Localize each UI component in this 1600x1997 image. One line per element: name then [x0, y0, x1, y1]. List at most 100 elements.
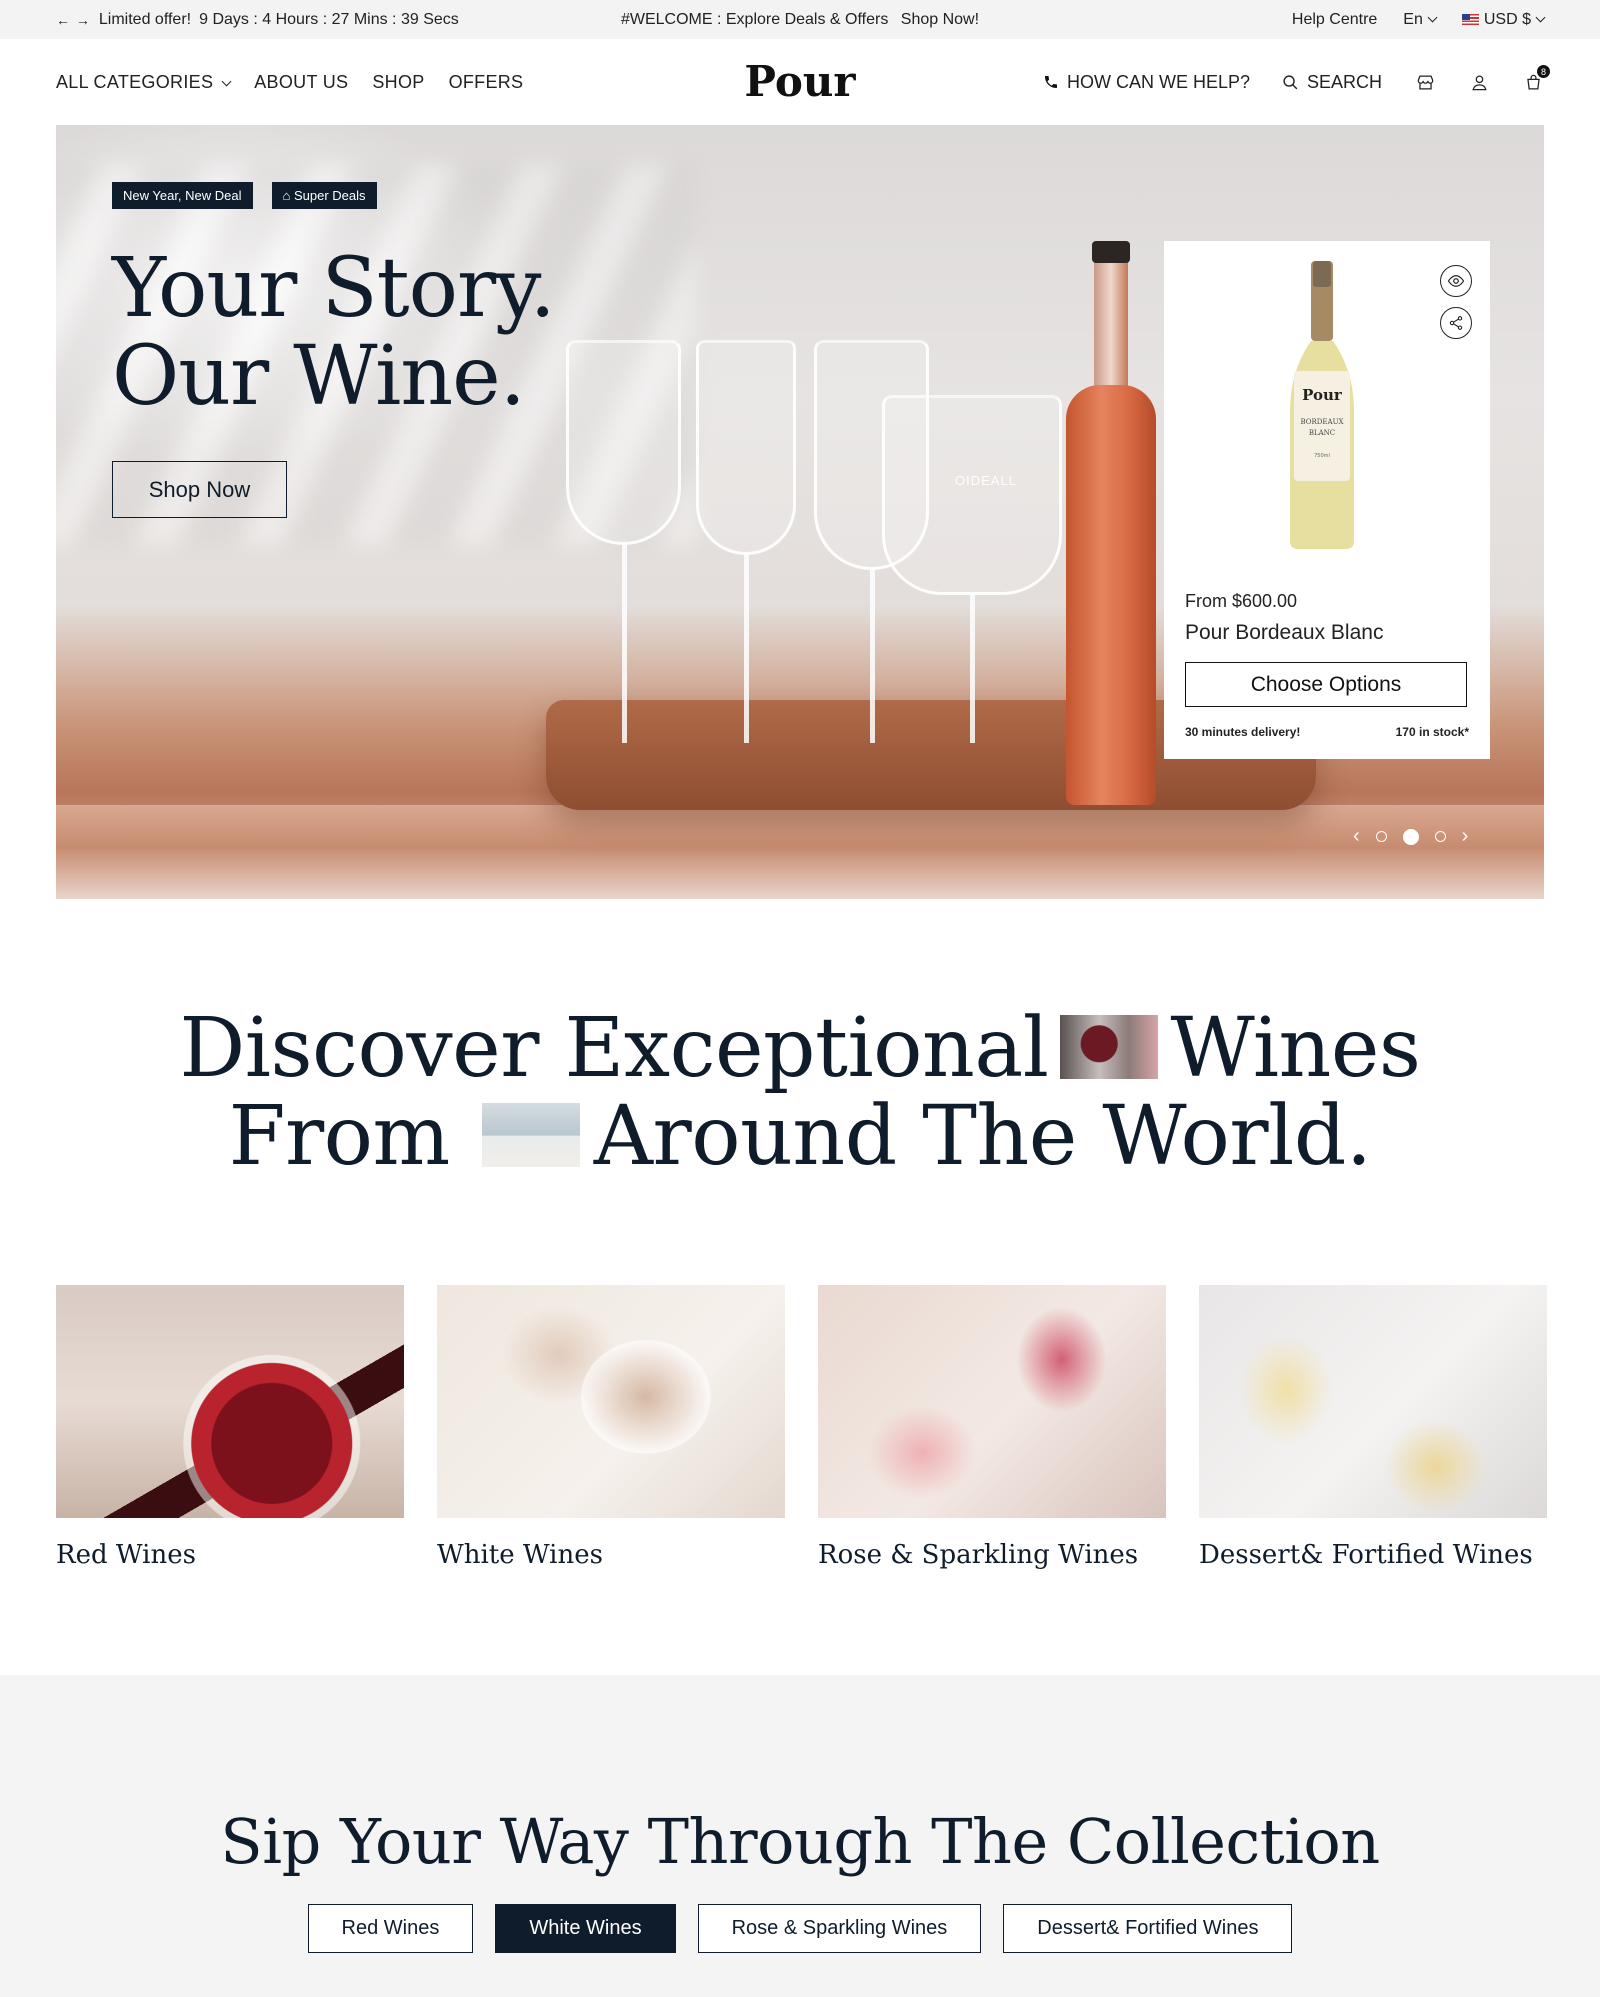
chevron-down-icon	[221, 76, 232, 86]
nav-link-label: ALL CATEGORIES	[56, 71, 214, 92]
search-button[interactable]: SEARCH	[1282, 72, 1382, 93]
badge-label: Super Deals	[293, 188, 366, 203]
category-label[interactable]: Dessert& Fortified Wines	[1199, 1540, 1547, 1570]
slider-prev-arrow-icon[interactable]: ‹	[1353, 825, 1360, 848]
countdown-timer: 9 Days : 4 Hours : 27 Mins : 39 Secs	[199, 10, 459, 28]
user-icon	[1471, 75, 1487, 90]
help-contact-link[interactable]: HOW CAN WE HELP?	[1043, 72, 1250, 93]
glass-stem	[970, 593, 975, 743]
delivery-note: 30 minutes delivery!	[1185, 725, 1301, 739]
offer-label: Limited offer!	[98, 10, 192, 28]
collection-tabs: Red Wines White Wines Rose & Sparkling W…	[0, 1904, 1600, 1953]
eye-icon	[1447, 275, 1465, 287]
category-card-white[interactable]: White Wines	[437, 1285, 785, 1570]
us-flag-icon	[1461, 13, 1479, 25]
glass-engraving: OIDEALL	[955, 473, 1017, 488]
glass-stem	[870, 568, 875, 743]
discover-text: From	[228, 1089, 451, 1184]
promo-shop-now-link[interactable]: Shop Now!	[901, 11, 979, 28]
store-button[interactable]	[1414, 71, 1436, 93]
cart-button[interactable]: 8	[1522, 65, 1550, 93]
nav-offers[interactable]: OFFERS	[449, 72, 524, 93]
choose-options-button[interactable]: Choose Options	[1185, 662, 1467, 707]
bottle-neck	[1094, 245, 1128, 395]
language-selector[interactable]: En	[1403, 10, 1438, 29]
discover-line-1: Discover Exceptional Wines	[0, 1005, 1600, 1093]
glass-stem	[744, 553, 749, 743]
badge-super-deals: ⌂ Super Deals	[271, 182, 377, 209]
category-label[interactable]: Rose & Sparkling Wines	[818, 1540, 1166, 1570]
collection-section: Sip Your Way Through The Collection Red …	[0, 1675, 1600, 1997]
bottle-label-line2: BLANC	[1309, 429, 1335, 437]
currency-selector[interactable]: USD $	[1461, 10, 1546, 29]
swap-arrows-icon[interactable]: ← →	[56, 12, 91, 28]
help-label: HOW CAN WE HELP?	[1066, 71, 1250, 92]
site-logo[interactable]: Pour	[744, 57, 855, 106]
promo-text: #WELCOME : Explore Deals & Offers	[620, 10, 889, 28]
category-image-rose[interactable]	[818, 1285, 1166, 1518]
help-centre-link[interactable]: Help Centre	[1292, 11, 1377, 29]
hero-banner: OIDEALL New Year, New Deal ⌂ Super Deals…	[56, 125, 1544, 899]
store-icon	[1417, 75, 1433, 89]
announcement-bar: ← → Limited offer! 9 Days : 4 Hours : 27…	[0, 0, 1600, 39]
tag-icon: ⌂	[282, 188, 294, 203]
category-image-white[interactable]	[437, 1285, 785, 1518]
quick-view-button[interactable]	[1440, 265, 1472, 297]
category-image-dessert[interactable]	[1199, 1285, 1547, 1518]
product-bottle-image[interactable]: Pour BORDEAUX BLANC 750ml	[1284, 261, 1360, 551]
discover-text: Wines	[1170, 1001, 1421, 1096]
hero-title-line1: Your Story.	[112, 241, 556, 336]
tab-white-wines[interactable]: White Wines	[495, 1904, 676, 1953]
chevron-down-icon	[1535, 12, 1546, 22]
hero-shop-now-button[interactable]: Shop Now	[112, 461, 287, 518]
tab-rose-sparkling[interactable]: Rose & Sparkling Wines	[697, 1904, 982, 1953]
bottle-brand: Pour	[1302, 386, 1343, 404]
category-card-red[interactable]: Red Wines	[56, 1285, 404, 1570]
search-icon	[1283, 74, 1298, 89]
category-label[interactable]: White Wines	[437, 1540, 785, 1570]
account-button[interactable]	[1468, 71, 1490, 93]
stock-count: 170 in stock*	[1395, 725, 1469, 739]
wine-glass	[696, 340, 796, 555]
slider-dot-3[interactable]	[1434, 831, 1446, 842]
collection-title: Sip Your Way Through The Collection	[220, 1805, 1380, 1878]
bottle-volume: 750ml	[1314, 453, 1330, 459]
tab-dessert-fortified[interactable]: Dessert& Fortified Wines	[1003, 1904, 1293, 1953]
nav-all-categories[interactable]: ALL CATEGORIES	[56, 71, 232, 93]
phone-icon	[1044, 76, 1057, 88]
currency-value: USD $	[1483, 10, 1531, 28]
category-label[interactable]: Red Wines	[56, 1540, 404, 1570]
slider-dot-1[interactable]	[1375, 831, 1387, 842]
engraved-wine-glass: OIDEALL	[882, 395, 1062, 595]
category-card-rose[interactable]: Rose & Sparkling Wines	[818, 1285, 1166, 1570]
product-card: Pour BORDEAUX BLANC 750ml From $600.00 P…	[1164, 241, 1490, 759]
cart-count-badge: 8	[1537, 65, 1550, 78]
product-name[interactable]: Pour Bordeaux Blanc	[1185, 621, 1383, 645]
rose-bottle	[1066, 241, 1156, 805]
product-price: From $600.00	[1185, 591, 1298, 611]
discover-heading: Discover Exceptional Wines From Around The…	[0, 1005, 1600, 1181]
slider-next-arrow-icon[interactable]: ›	[1462, 825, 1469, 848]
discover-line-2: From Around The World.	[0, 1093, 1600, 1181]
bottle-label-line1: BORDEAUX	[1301, 418, 1344, 426]
hero-title: Your Story. Our Wine.	[112, 241, 556, 424]
slider-dot-2[interactable]	[1402, 828, 1419, 845]
hero-title-line2: Our Wine.	[112, 329, 526, 424]
search-label: SEARCH	[1306, 71, 1382, 92]
discover-text: Around The World.	[593, 1089, 1372, 1184]
share-button[interactable]	[1440, 307, 1472, 339]
glass-stem	[622, 543, 627, 743]
tab-red-wines[interactable]: Red Wines	[307, 1904, 474, 1953]
hero-slider-controls: ‹ ›	[1353, 825, 1468, 848]
bottle-body	[1066, 385, 1156, 805]
chevron-down-icon	[1427, 12, 1438, 22]
category-grid: Red Wines White Wines Rose & Sparkling W…	[56, 1285, 1547, 1570]
nav-shop[interactable]: SHOP	[372, 72, 424, 93]
category-card-dessert[interactable]: Dessert& Fortified Wines	[1199, 1285, 1547, 1570]
nav-about-us[interactable]: ABOUT US	[254, 72, 348, 93]
table-surface	[56, 805, 1544, 899]
language-value: En	[1403, 10, 1423, 28]
category-image-red[interactable]	[56, 1285, 404, 1518]
seaside-thumbnail	[481, 1102, 580, 1167]
bottle-cap	[1092, 241, 1130, 263]
